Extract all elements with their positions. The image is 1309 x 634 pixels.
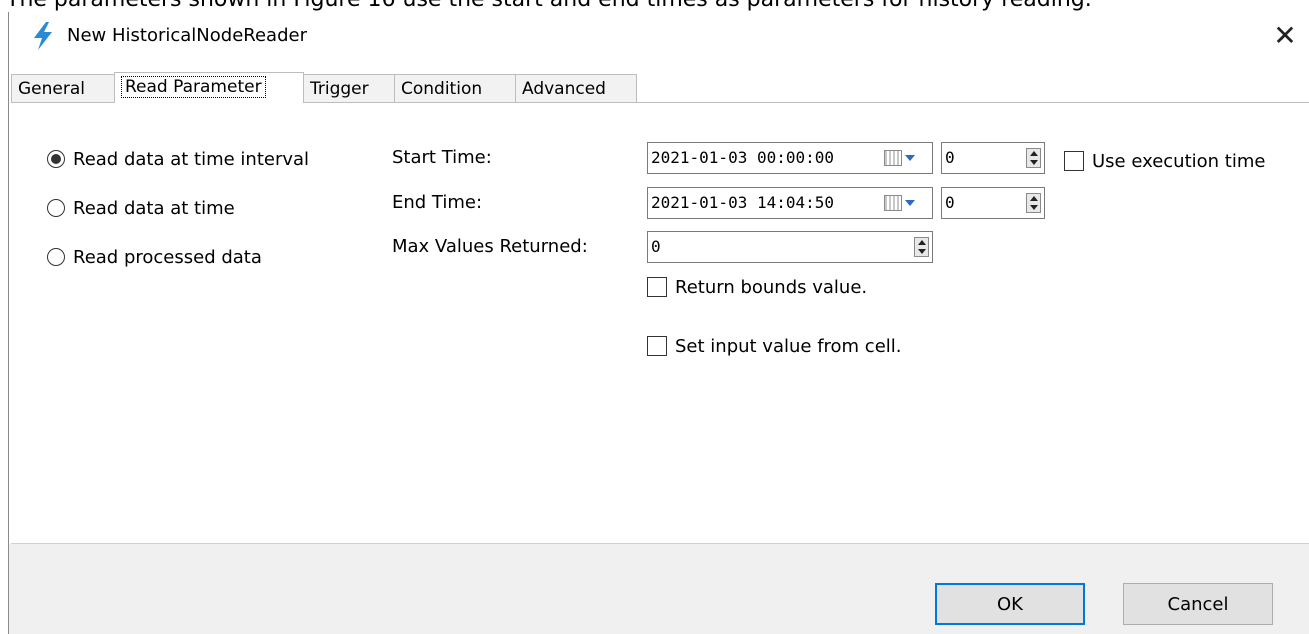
- radio-label: Read data at time: [73, 197, 235, 219]
- end-time-value: 2021-01-03 14:04:50: [651, 193, 835, 212]
- cancel-button[interactable]: Cancel: [1123, 583, 1273, 625]
- spinner-arrows-icon[interactable]: [914, 237, 929, 257]
- dialog-window: New HistoricalNodeReader ✕ General Read …: [8, 12, 1309, 634]
- spinner-arrows-icon[interactable]: [1026, 148, 1041, 168]
- tab-label: Condition: [401, 79, 483, 99]
- tab-advanced[interactable]: Advanced: [515, 74, 637, 102]
- title-bar: New HistoricalNodeReader ✕: [9, 12, 1309, 68]
- end-offset-stepper[interactable]: 0: [941, 187, 1045, 219]
- checkbox-box: [1064, 151, 1084, 171]
- tab-label: General: [18, 79, 85, 99]
- tab-general[interactable]: General: [11, 74, 115, 102]
- calendar-dropdown-icon[interactable]: [884, 147, 930, 169]
- radio-circle: [47, 150, 65, 168]
- tab-label: Read Parameter: [121, 76, 266, 98]
- ok-button[interactable]: OK: [935, 583, 1085, 625]
- tab-trigger[interactable]: Trigger: [303, 74, 395, 102]
- radio-read-at-time[interactable]: Read data at time: [47, 195, 235, 221]
- tab-strip: General Read Parameter Trigger Condition…: [9, 72, 1309, 104]
- radio-label: Read processed data: [73, 246, 262, 268]
- radio-label: Read data at time interval: [73, 148, 310, 170]
- end-time-picker[interactable]: 2021-01-03 14:04:50: [647, 187, 933, 219]
- return-bounds-checkbox[interactable]: Return bounds value.: [647, 274, 867, 300]
- close-button[interactable]: ✕: [1260, 12, 1309, 58]
- max-values-value: 0: [651, 237, 661, 256]
- calendar-dropdown-icon[interactable]: [884, 192, 930, 214]
- radio-read-time-interval[interactable]: Read data at time interval: [47, 146, 309, 172]
- start-offset-stepper[interactable]: 0: [941, 142, 1045, 174]
- spinner-arrows-icon[interactable]: [1026, 193, 1041, 213]
- checkbox-label: Return bounds value.: [675, 276, 868, 298]
- start-time-value: 2021-01-03 00:00:00: [651, 148, 835, 167]
- checkbox-box: [647, 336, 667, 356]
- window-title: New HistoricalNodeReader: [67, 25, 307, 46]
- radio-circle: [47, 199, 65, 217]
- start-time-label: Start Time:: [392, 147, 492, 168]
- checkbox-label: Set input value from cell.: [675, 335, 902, 357]
- use-execution-time-checkbox[interactable]: Use execution time: [1064, 148, 1265, 174]
- checkbox-label: Use execution time: [1092, 150, 1266, 172]
- radio-read-processed[interactable]: Read processed data: [47, 244, 262, 270]
- start-time-picker[interactable]: 2021-01-03 00:00:00: [647, 142, 933, 174]
- tab-label: Advanced: [522, 79, 606, 99]
- tab-condition[interactable]: Condition: [394, 74, 516, 102]
- start-offset-value: 0: [945, 148, 955, 167]
- read-parameter-page: Read data at time interval Read data at …: [11, 102, 1309, 544]
- max-values-stepper[interactable]: 0: [647, 231, 933, 263]
- end-time-label: End Time:: [392, 192, 483, 213]
- checkbox-box: [647, 277, 667, 297]
- set-input-from-cell-checkbox[interactable]: Set input value from cell.: [647, 333, 902, 359]
- max-values-label: Max Values Returned:: [392, 236, 588, 257]
- lightning-bolt-icon: [31, 22, 55, 50]
- tab-read-parameter[interactable]: Read Parameter: [114, 72, 304, 103]
- end-offset-value: 0: [945, 193, 955, 212]
- tab-label: Trigger: [310, 79, 369, 99]
- close-icon: ✕: [1273, 18, 1297, 52]
- document-caption: The parameters shown in Figure 16 use th…: [6, 0, 1306, 12]
- radio-circle: [47, 248, 65, 266]
- dialog-footer: OK Cancel: [9, 544, 1309, 634]
